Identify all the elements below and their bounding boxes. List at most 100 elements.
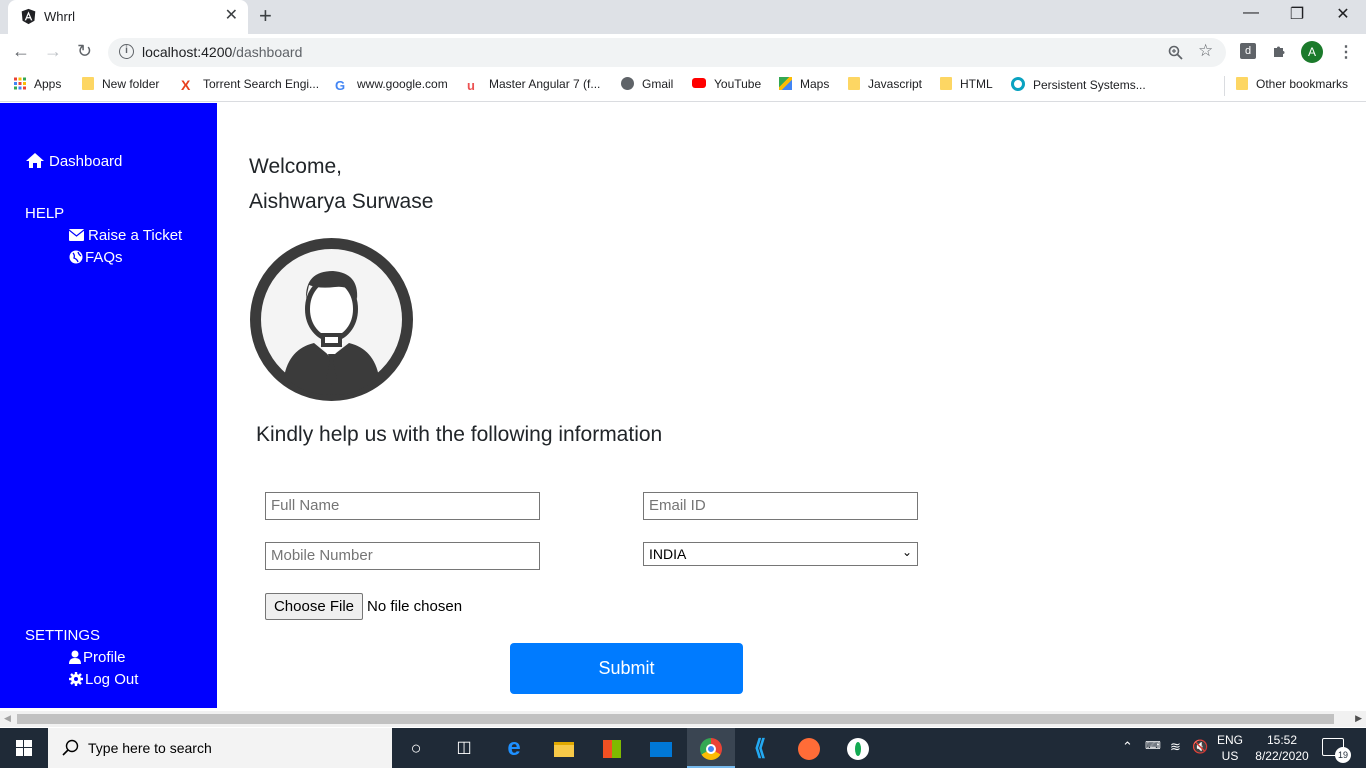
bookmark-persistent[interactable]: Persistent Systems... [1011, 77, 1146, 92]
zoom-icon[interactable] [1168, 45, 1183, 60]
menu-kebab-icon[interactable]: ⋮ [1338, 42, 1354, 62]
country-select[interactable]: INDIA ⌄ [643, 542, 918, 566]
task-view-icon[interactable]: ◫ [440, 728, 488, 768]
sidebar-item-faqs[interactable]: FAQs [69, 249, 123, 266]
bookmark-other[interactable]: Other bookmarks [1236, 77, 1348, 91]
choose-file-button[interactable]: Choose File [265, 593, 363, 620]
bookmark-label: YouTube [714, 77, 762, 91]
site-info-icon[interactable]: i [119, 44, 134, 59]
close-window-button[interactable]: ✕ [1320, 4, 1366, 24]
bookmark-apps[interactable]: Apps [14, 77, 61, 91]
full-name-input[interactable]: Full Name [265, 492, 540, 520]
language-indicator[interactable]: ENG US [1214, 732, 1246, 764]
sidebar-item-label: Log Out [85, 671, 139, 688]
folder-icon [848, 77, 860, 90]
cortana-icon[interactable]: ○ [392, 728, 440, 768]
maps-icon [779, 77, 792, 90]
windows-start-icon[interactable] [0, 728, 48, 768]
back-icon[interactable]: ← [12, 41, 30, 61]
postman-icon[interactable] [785, 728, 833, 768]
file-explorer-icon[interactable] [540, 728, 588, 768]
horizontal-scrollbar[interactable]: ◀ ▶ [0, 711, 1366, 727]
address-bar[interactable]: i localhost:4200/dashboard ☆ [108, 38, 1226, 67]
restore-button[interactable]: ❐ [1274, 4, 1320, 24]
user-icon [69, 650, 81, 664]
browser-toolbar: ← → ↻ i localhost:4200/dashboard ☆ d A ⋮ [0, 34, 1366, 70]
store-icon[interactable] [588, 728, 636, 768]
profile-avatar[interactable]: A [1301, 41, 1323, 63]
wifi-icon[interactable]: ≋ [1170, 739, 1181, 755]
submit-button[interactable]: Submit [510, 643, 743, 694]
torrent-icon: X [181, 77, 191, 93]
scrollbar-thumb[interactable] [17, 714, 1334, 724]
bookmark-html[interactable]: HTML [940, 77, 993, 91]
folder-icon [1236, 77, 1248, 90]
chrome-icon[interactable] [687, 728, 735, 768]
bookmark-new-folder[interactable]: New folder [82, 77, 159, 91]
sidebar-item-dashboard[interactable]: Dashboard [25, 152, 122, 170]
sidebar-heading-help: HELP [25, 205, 65, 222]
volume-muted-icon[interactable]: 🔇 [1192, 739, 1208, 755]
bookmark-label: Gmail [642, 77, 674, 91]
tab-title: Whrrl [44, 9, 76, 24]
edge-icon[interactable]: e [490, 728, 538, 768]
url-text: localhost:4200/dashboard [142, 44, 302, 60]
reload-icon[interactable]: ↻ [77, 41, 92, 61]
notification-center-icon[interactable]: 19 [1322, 738, 1351, 763]
mobile-placeholder: Mobile Number [271, 547, 373, 564]
country-selected-value: INDIA [649, 546, 687, 562]
clock-time: 15:52 [1266, 733, 1298, 747]
scroll-left-icon[interactable]: ◀ [4, 713, 11, 724]
clock-date: 8/22/2020 [1255, 749, 1309, 763]
taskbar-search[interactable]: Type here to search [48, 728, 392, 768]
bookmark-youtube[interactable]: YouTube [692, 77, 761, 91]
email-input[interactable]: Email ID [643, 492, 918, 520]
sidebar-item-label: Raise a Ticket [88, 227, 183, 244]
user-name: Aishwarya Surwase [249, 190, 434, 213]
bookmark-label: HTML [960, 77, 993, 91]
form-heading: Kindly help us with the following inform… [256, 423, 663, 446]
bookmark-udemy[interactable]: u Master Angular 7 (f... [467, 77, 600, 93]
bookmark-javascript[interactable]: Javascript [848, 77, 922, 91]
keyboard-icon[interactable]: ⌨ [1145, 739, 1161, 752]
chevron-down-icon: ⌄ [901, 545, 912, 559]
scroll-right-icon[interactable]: ▶ [1355, 713, 1362, 724]
extension-d-icon[interactable]: d [1240, 43, 1256, 59]
puzzle-icon[interactable] [1272, 44, 1287, 59]
youtube-icon [692, 78, 706, 88]
mail-icon[interactable] [637, 728, 685, 768]
bookmark-label: Persistent Systems... [1033, 78, 1146, 92]
lang-line2: US [1221, 749, 1239, 763]
windows-taskbar: Type here to search ○ ◫ e ⟪ ⌃ ⌨ ≋ 🔇 ENG … [0, 728, 1366, 768]
bookmarks-bar: Apps New folder X Torrent Search Engi... … [0, 70, 1366, 102]
bookmark-label: www.google.com [357, 77, 448, 91]
gear-icon [69, 672, 83, 686]
url-path: /dashboard [232, 44, 303, 60]
bookmark-label: Other bookmarks [1256, 77, 1349, 91]
mongodb-compass-icon[interactable] [834, 728, 882, 768]
udemy-icon: u [467, 78, 475, 93]
sidebar-item-raise-ticket[interactable]: Raise a Ticket [68, 227, 183, 244]
bookmark-label: Torrent Search Engi... [203, 77, 320, 91]
search-icon [62, 739, 79, 756]
bookmark-gmail[interactable]: Gmail [621, 77, 673, 91]
new-tab-button[interactable]: + [259, 4, 272, 28]
url-host: localhost:4200 [142, 44, 233, 60]
sidebar-item-label: Profile [83, 649, 126, 666]
tab-close-icon[interactable]: ✕ [225, 8, 238, 24]
bookmark-torrent[interactable]: X Torrent Search Engi... [181, 77, 320, 93]
mobile-number-input[interactable]: Mobile Number [265, 542, 540, 570]
google-icon: G [335, 78, 346, 93]
bookmark-maps[interactable]: Maps [779, 77, 829, 91]
browser-tab[interactable]: Whrrl ✕ [8, 0, 248, 34]
sidebar-item-profile[interactable]: Profile [69, 649, 126, 666]
forward-icon[interactable]: → [44, 41, 62, 61]
star-icon[interactable]: ☆ [1198, 41, 1213, 61]
sidebar-item-logout[interactable]: Log Out [69, 671, 138, 688]
vscode-icon[interactable]: ⟪ [736, 728, 784, 768]
system-clock[interactable]: 15:52 8/22/2020 [1252, 732, 1312, 764]
show-hidden-icons-icon[interactable]: ⌃ [1122, 739, 1133, 755]
sidebar: Dashboard HELP Raise a Ticket FAQs SETTI… [0, 103, 217, 708]
bookmark-google[interactable]: Gwww.google.com [335, 77, 448, 93]
minimize-button[interactable]: — [1228, 4, 1274, 22]
